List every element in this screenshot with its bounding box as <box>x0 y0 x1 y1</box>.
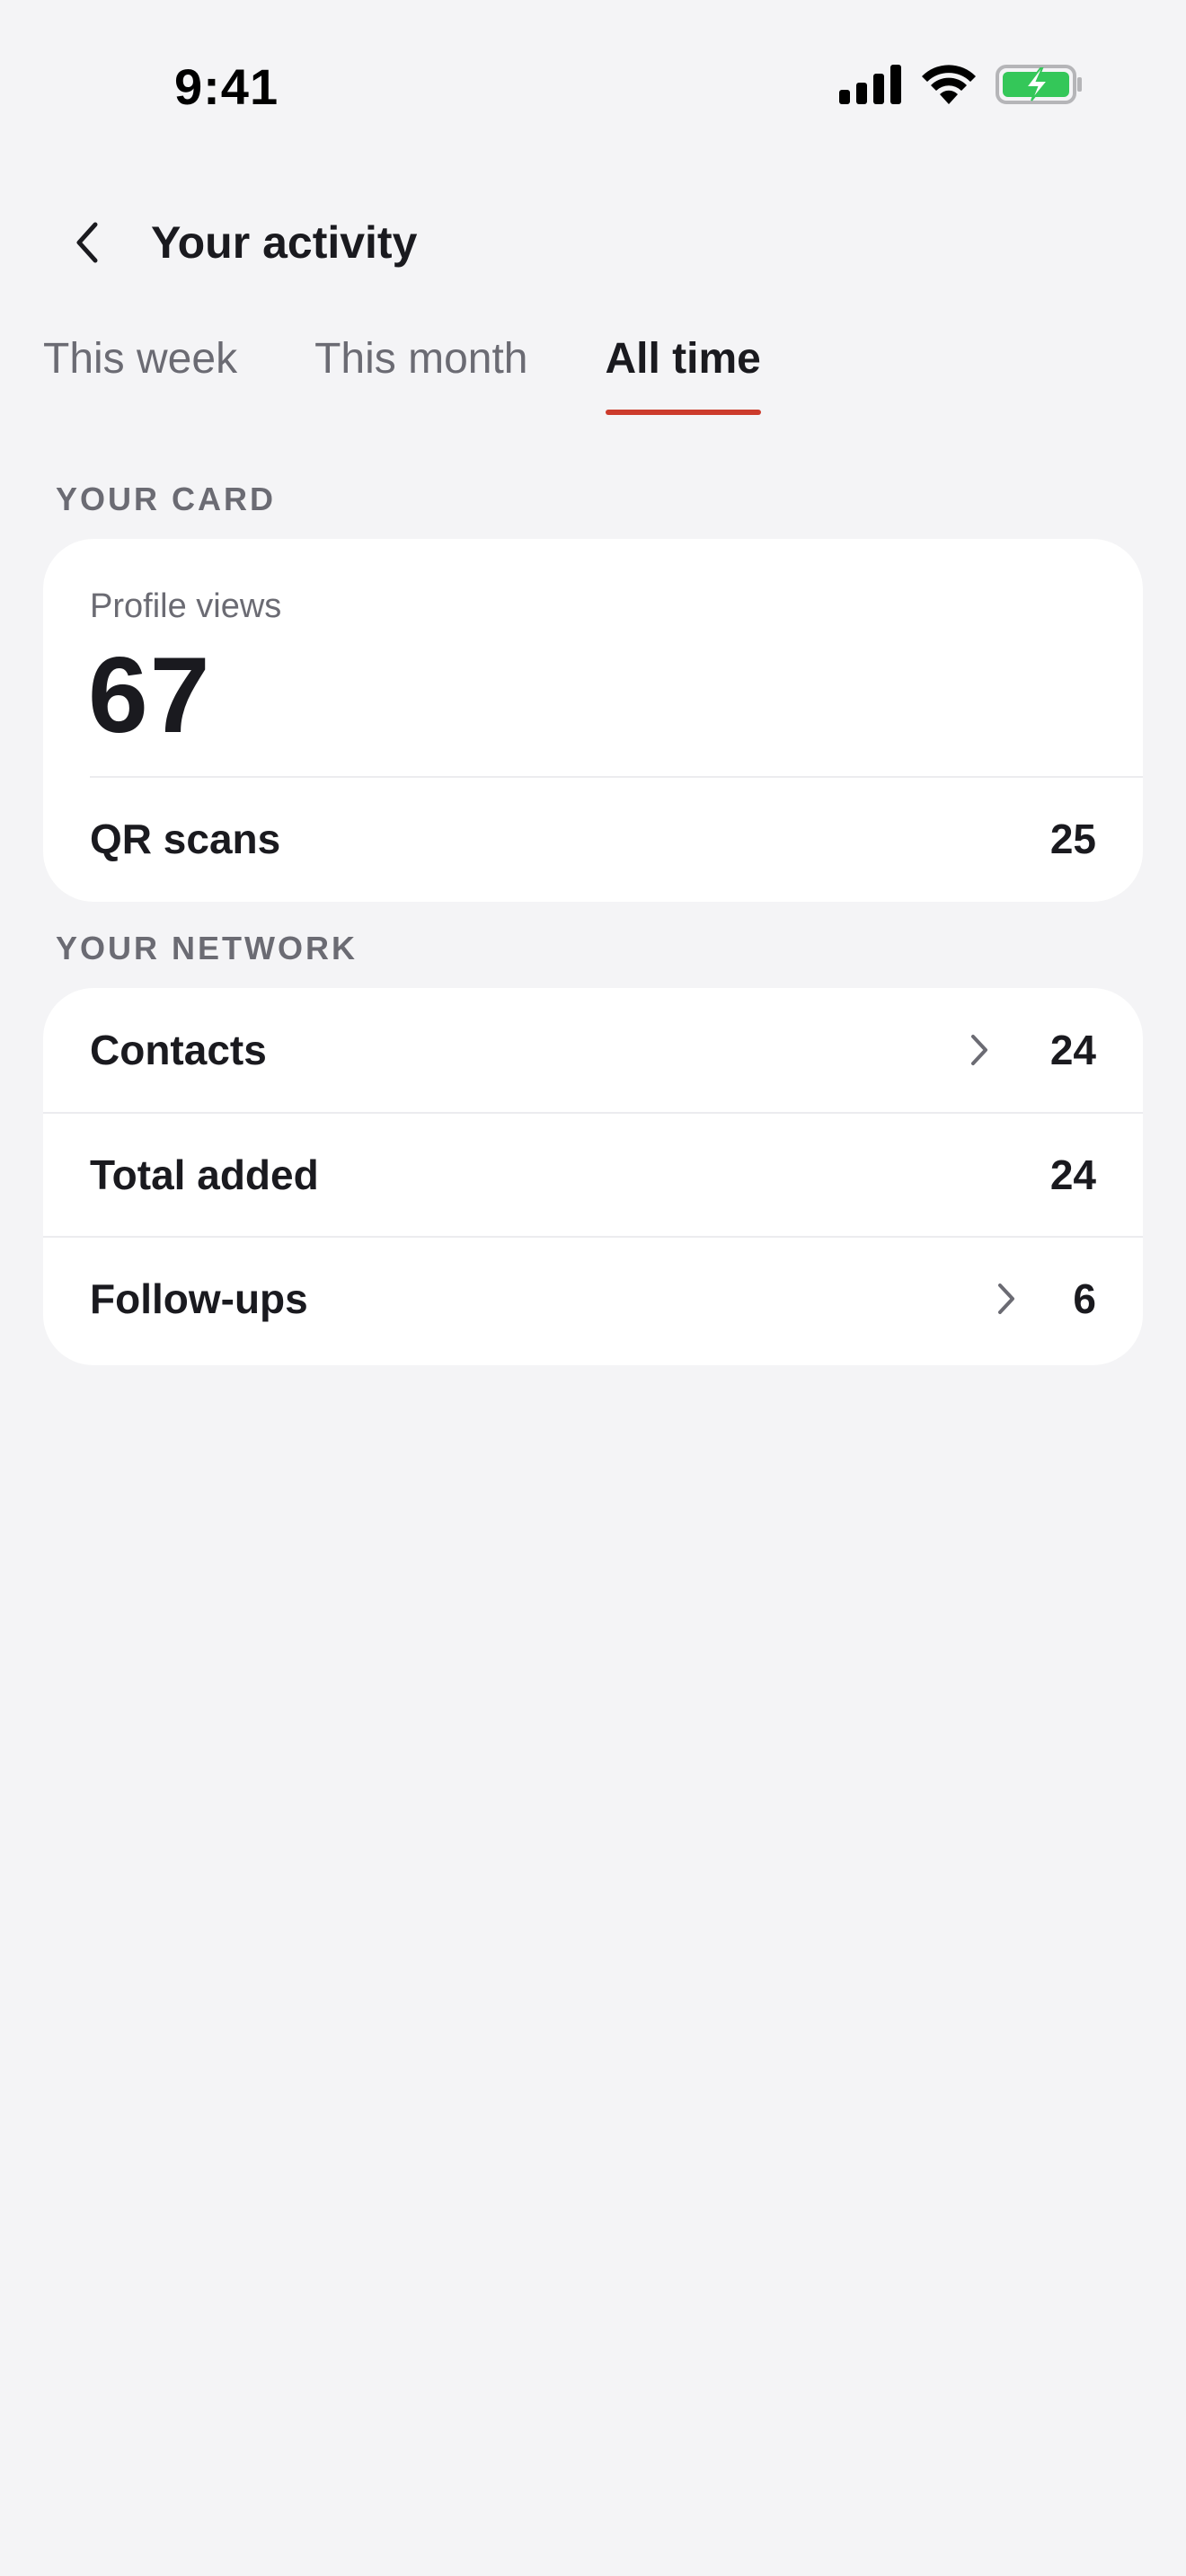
tab-all-time[interactable]: All time <box>605 332 761 419</box>
status-time: 9:41 <box>174 58 279 115</box>
qr-scans-label: QR scans <box>90 816 281 862</box>
battery-charging-icon <box>996 65 1082 104</box>
tab-label: This week <box>43 335 238 383</box>
follow-ups-value: 6 <box>1073 1275 1096 1322</box>
chevron-left-icon <box>76 222 98 263</box>
contacts-label: Contacts <box>90 1027 267 1073</box>
tab-this-week[interactable]: This week <box>43 332 237 419</box>
profile-views-value: 67 <box>88 635 212 755</box>
status-bar: 9:41 <box>0 0 1186 162</box>
follow-ups-label: Follow-ups <box>90 1275 308 1322</box>
qr-scans-value: 25 <box>1049 816 1096 862</box>
period-tabs: This week This month All time <box>43 332 761 419</box>
your-card-stats: Profile views 67 QR scans 25 <box>43 539 1143 902</box>
chevron-right-icon <box>971 1035 987 1065</box>
page-title: Your activity <box>151 217 418 268</box>
qr-scans-row: QR scans 25 <box>90 776 1143 900</box>
section-label-your-network: YOUR NETWORK <box>56 930 358 966</box>
tab-label: All time <box>605 335 761 383</box>
total-added-label: Total added <box>90 1151 319 1198</box>
chevron-right-icon <box>998 1284 1014 1314</box>
tab-label: This month <box>314 335 528 383</box>
status-icons <box>839 63 1084 106</box>
section-label-your-card: YOUR CARD <box>56 481 277 517</box>
cellular-signal-icon <box>839 65 901 104</box>
total-added-value: 24 <box>1049 1151 1096 1198</box>
contacts-value: 24 <box>1049 1027 1096 1073</box>
follow-ups-row[interactable]: Follow-ups 6 <box>43 1236 1143 1360</box>
back-button[interactable] <box>56 210 120 275</box>
contacts-row[interactable]: Contacts 24 <box>43 988 1143 1112</box>
active-tab-indicator <box>605 410 761 415</box>
profile-views-label: Profile views <box>90 587 282 625</box>
total-added-row: Total added 24 <box>43 1112 1143 1236</box>
wifi-icon <box>922 65 976 104</box>
activity-screen: 9:41 Your activity This week This month … <box>0 0 1186 2576</box>
header: Your activity <box>0 198 1186 287</box>
your-network-stats: Contacts 24 Total added 24 Follow-ups 6 <box>43 988 1143 1365</box>
profile-views-metric: Profile views 67 <box>43 539 1143 776</box>
tab-this-month[interactable]: This month <box>314 332 527 419</box>
